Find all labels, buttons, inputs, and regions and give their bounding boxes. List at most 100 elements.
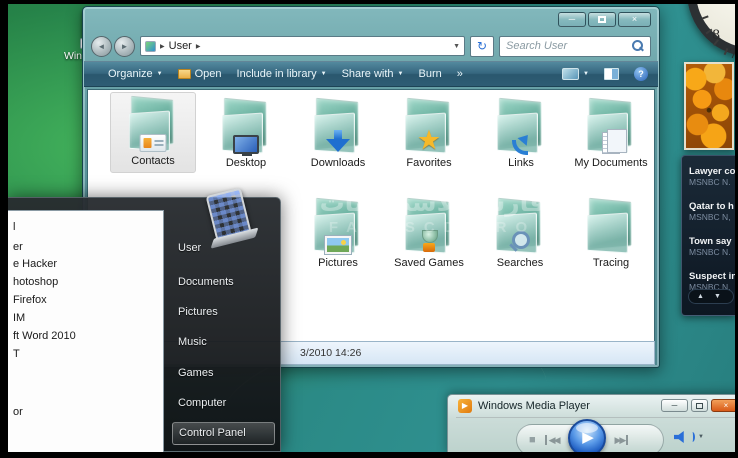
folder-tile-links[interactable]: Links — [478, 95, 564, 170]
news-scroll-control[interactable]: ▲ ▼ — [688, 289, 734, 304]
wmp-title-bar: ▶ Windows Media Player — [458, 399, 590, 413]
start-menu-program-item[interactable]: or — [13, 406, 23, 418]
breadcrumb-location[interactable]: User — [169, 40, 192, 52]
news-headline-item[interactable]: Lawyer co MSNBC N. — [689, 166, 735, 187]
caret-down-icon: ▼ — [583, 71, 589, 77]
start-menu-program-item[interactable]: er — [13, 241, 23, 253]
forward-button[interactable]: ► — [114, 36, 135, 57]
news-source: MSNBC N, — [689, 212, 735, 222]
more-commands-chevron[interactable]: » — [457, 68, 463, 80]
date-modified: 3/2010 14:26 — [300, 347, 361, 359]
start-menu-item-user[interactable]: User — [178, 242, 201, 254]
close-button[interactable]: × — [618, 12, 651, 27]
wmp-title-text: Windows Media Player — [478, 400, 590, 412]
folder-icon — [400, 199, 458, 255]
start-menu-program-item[interactable]: e Hacker — [13, 258, 57, 270]
start-menu-item-computer[interactable]: Computer — [178, 397, 226, 409]
volume-control[interactable]: ▼ — [674, 431, 704, 443]
wmp-app-icon: ▶ — [458, 399, 472, 413]
start-menu-program-item[interactable]: l — [13, 221, 15, 233]
start-menu-program-item[interactable]: hotoshop — [13, 276, 58, 288]
sound-wave-icon — [690, 432, 695, 442]
wmp-divider — [456, 417, 735, 418]
maximize-button[interactable] — [588, 12, 616, 27]
search-icon[interactable] — [631, 40, 644, 53]
close-button[interactable]: × — [711, 399, 735, 412]
previous-button[interactable]: ◀◀ — [545, 435, 559, 445]
help-button[interactable]: ? — [634, 67, 648, 81]
folder-tile-searches[interactable]: Searches — [477, 195, 563, 270]
scroll-up-icon[interactable]: ▲ — [697, 293, 704, 300]
open-button[interactable]: Open — [178, 68, 222, 80]
folder-icon — [582, 199, 640, 255]
folder-icon — [309, 199, 367, 255]
folder-tile-favorites[interactable]: ★ Favorites — [386, 95, 472, 170]
open-label: Open — [195, 68, 222, 80]
navigation-bar: ◄ ► ▶ User ▶ ▼ ↻ Search User — [91, 33, 651, 59]
folder-icon — [124, 97, 182, 153]
change-view-button[interactable]: ▼ — [562, 68, 589, 80]
news-source: MSNBC N. — [689, 247, 735, 257]
start-menu-item-pictures[interactable]: Pictures — [178, 306, 218, 318]
scroll-down-icon[interactable]: ▼ — [714, 293, 721, 300]
download-arrow-icon — [326, 130, 350, 154]
folder-tile-downloads[interactable]: Downloads — [295, 95, 381, 170]
start-menu-item-music[interactable]: Music — [178, 336, 207, 348]
stop-button[interactable]: ■ — [529, 434, 536, 446]
search-box[interactable]: Search User — [499, 36, 651, 57]
start-menu-program-item[interactable]: ft Word 2010 — [13, 330, 76, 342]
news-headline: Town say — [689, 236, 735, 247]
folder-tile-tracing[interactable]: Tracing — [568, 195, 654, 270]
play-button[interactable]: ▶ — [568, 419, 606, 453]
minimize-button[interactable]: ─ — [661, 399, 688, 412]
wmp-window-controls: ─ × — [661, 399, 735, 412]
restore-icon — [696, 403, 703, 409]
share-with-button[interactable]: Share with ▼ — [342, 68, 404, 80]
views-icon — [562, 68, 579, 80]
folder-label: Tracing — [568, 257, 654, 270]
back-button[interactable]: ◄ — [91, 36, 112, 57]
address-dropdown-icon[interactable]: ▼ — [453, 43, 460, 50]
start-menu-item-games[interactable]: Games — [178, 367, 213, 379]
monitor-icon — [233, 135, 259, 154]
clock-tick — [724, 48, 729, 55]
folder-tile-saved-games[interactable]: Saved Games — [386, 195, 472, 270]
folder-tile-desktop[interactable]: Desktop — [203, 95, 289, 170]
clock-gadget: 8 7 — [687, 4, 735, 57]
folder-icon — [217, 99, 275, 155]
folder-tile-pictures[interactable]: Pictures — [295, 195, 381, 270]
news-headline-item[interactable]: Town say MSNBC N. — [689, 236, 735, 257]
start-menu-program-item[interactable]: IM — [13, 312, 25, 324]
organize-button[interactable]: Organize ▼ — [108, 68, 163, 80]
command-toolbar: Organize ▼ Open Include in library ▼ Sha… — [84, 61, 658, 87]
volume-dropdown-icon[interactable]: ▼ — [698, 434, 704, 440]
speaker-icon — [674, 431, 687, 443]
start-menu: l er e Hacker hotoshop Firefox IM ft Wor… — [8, 197, 281, 452]
folder-label: Downloads — [295, 157, 381, 170]
search-placeholder: Search User — [506, 40, 631, 52]
breadcrumb-arrow-icon[interactable]: ▶ — [196, 43, 201, 50]
minimize-button[interactable]: ─ — [558, 12, 586, 27]
organize-label: Organize — [108, 68, 153, 80]
folder-label: Pictures — [295, 257, 381, 270]
restore-button[interactable] — [691, 399, 708, 412]
refresh-button[interactable]: ↻ — [470, 36, 494, 57]
include-in-library-button[interactable]: Include in library ▼ — [237, 68, 327, 80]
folder-label: My Documents — [568, 157, 654, 170]
start-menu-program-item[interactable]: T — [13, 348, 20, 360]
folder-tile-contacts[interactable]: Contacts — [110, 92, 196, 173]
burn-button[interactable]: Burn — [419, 68, 442, 80]
start-menu-item-control-panel[interactable]: Control Panel — [172, 422, 275, 445]
screen: ▶ ↗ Windows Media Player 8 7 Lawyer co M… — [0, 0, 738, 458]
maximize-icon — [598, 16, 606, 23]
start-menu-item-documents[interactable]: Documents — [178, 276, 234, 288]
address-bar[interactable]: ▶ User ▶ ▼ — [140, 36, 465, 56]
news-feed-gadget: Lawyer co MSNBC N. Qatar to h MSNBC N, T… — [681, 155, 735, 316]
next-button[interactable]: ▶▶ — [615, 435, 629, 445]
start-menu-program-item[interactable]: Firefox — [13, 294, 47, 306]
window-controls: ─ × — [558, 12, 651, 27]
folder-tile-my-documents[interactable]: My Documents — [568, 95, 654, 170]
preview-pane-button[interactable] — [604, 68, 619, 80]
breadcrumb-arrow-icon[interactable]: ▶ — [160, 43, 165, 50]
news-headline-item[interactable]: Qatar to h MSNBC N, — [689, 201, 735, 222]
